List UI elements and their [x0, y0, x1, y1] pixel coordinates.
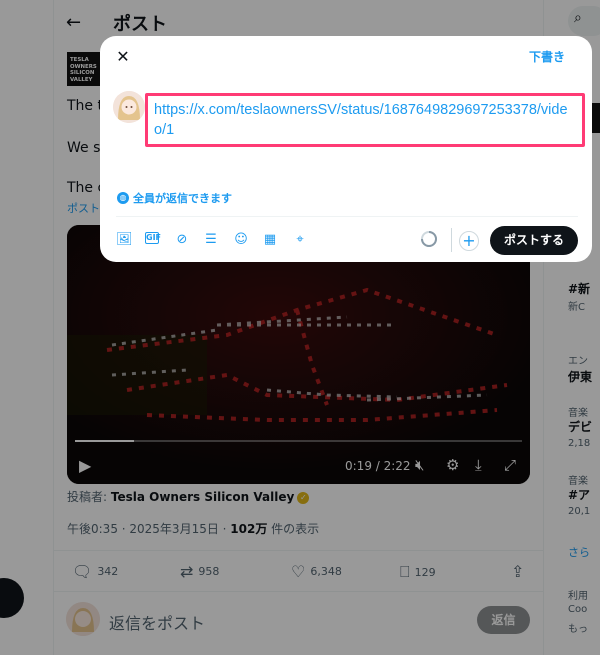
location-icon[interactable]: ⌖ [292, 232, 308, 248]
character-count-ring [421, 231, 437, 247]
poll-icon[interactable]: ☰ [203, 232, 219, 248]
globe-icon: ◍ [117, 192, 129, 204]
reply-setting-label: 全員が返信できます [133, 192, 232, 205]
image-icon[interactable]: 🖼︎ [116, 232, 133, 248]
close-icon[interactable]: ✕ [112, 46, 134, 68]
avatar[interactable] [113, 91, 145, 123]
drafts-button[interactable]: 下書き [529, 48, 565, 65]
post-button[interactable]: ポストする [490, 226, 578, 255]
grok-icon[interactable]: ⊘ [174, 232, 190, 248]
schedule-icon[interactable]: ▦ [262, 232, 278, 248]
emoji-icon[interactable]: ☺ [233, 232, 249, 248]
avatar-illustration [113, 91, 145, 123]
add-post-icon[interactable]: + [459, 231, 479, 251]
compose-text-area[interactable]: https://x.com/teslaownersSV/status/16876… [145, 93, 585, 147]
compose-text[interactable]: https://x.com/teslaownersSV/status/16876… [154, 100, 576, 140]
toolbar-separator [451, 228, 452, 252]
divider [116, 216, 578, 217]
gif-icon[interactable]: GIF [145, 232, 161, 244]
reply-setting-button[interactable]: ◍ 全員が返信できます [117, 190, 232, 206]
